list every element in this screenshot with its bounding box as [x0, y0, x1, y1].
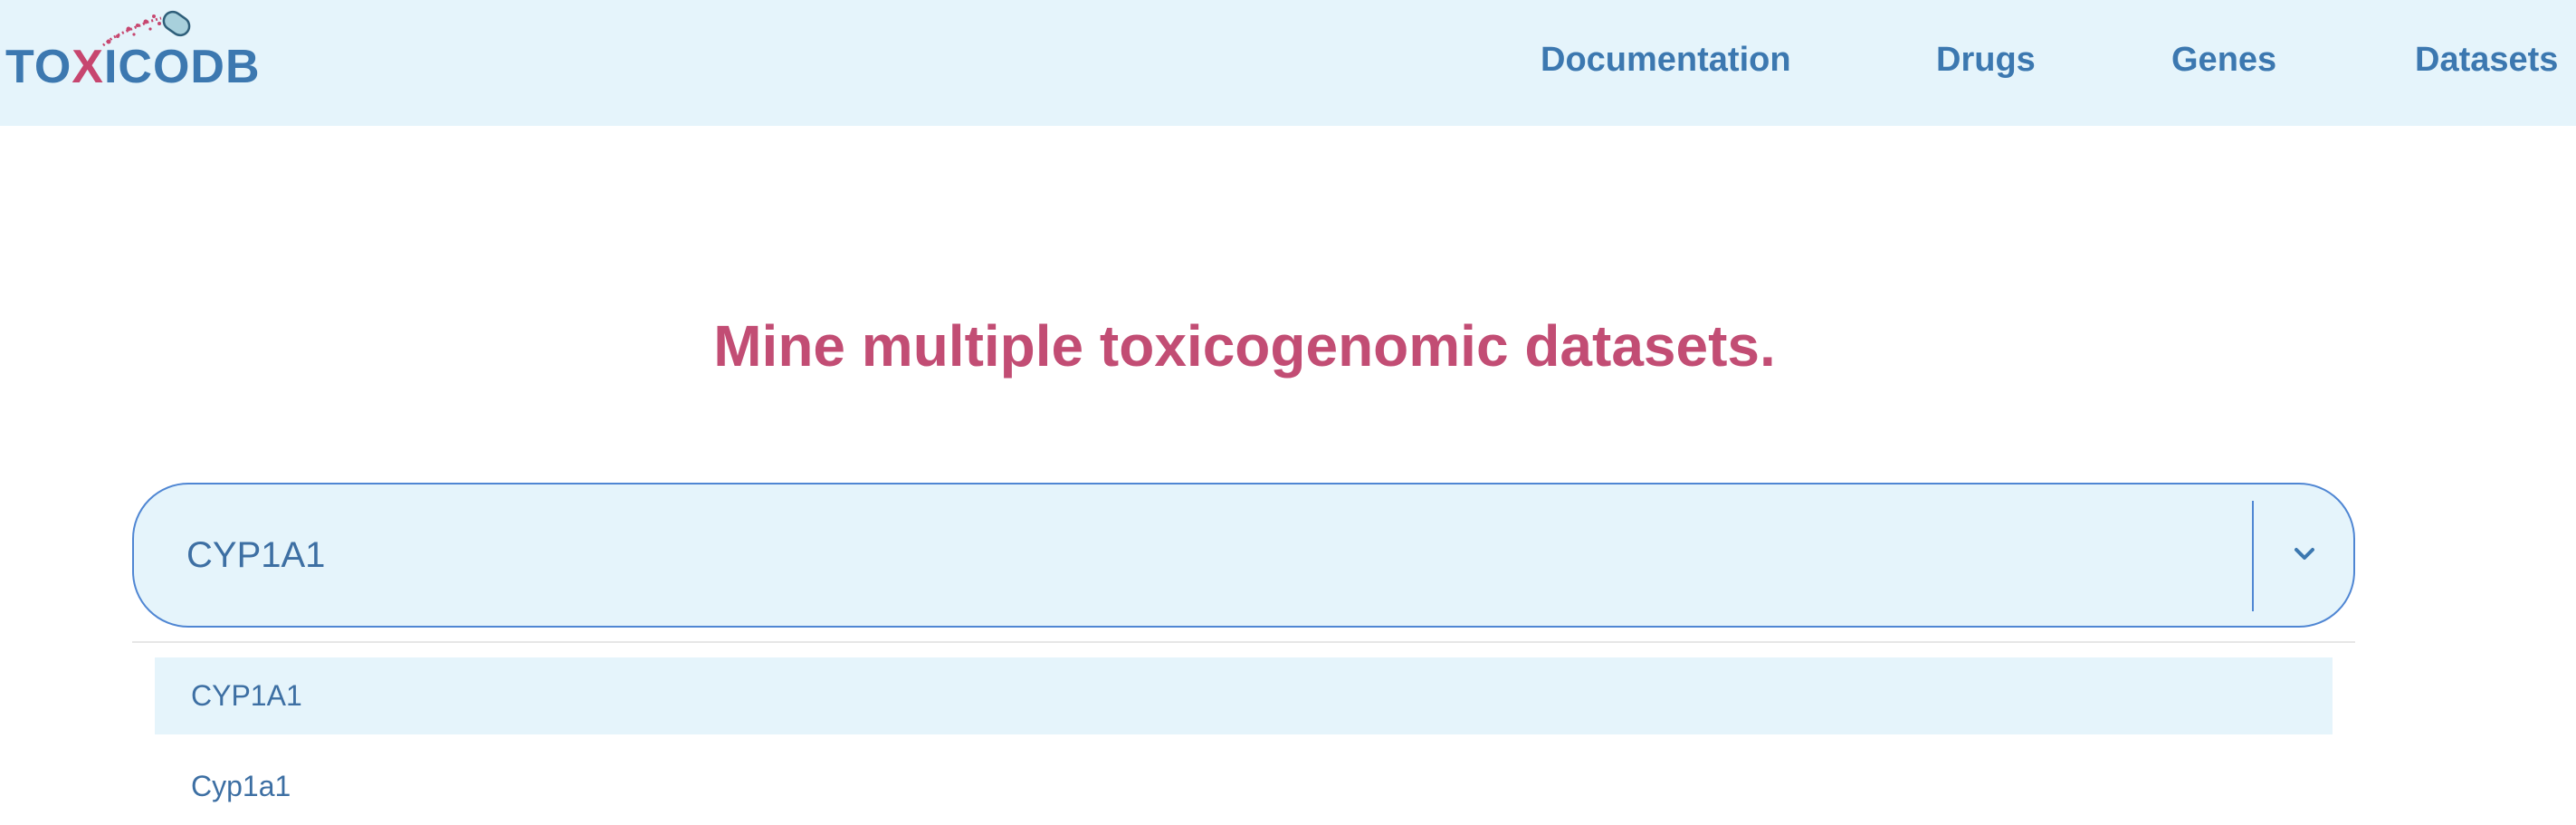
nav-link-drugs[interactable]: Drugs	[1936, 38, 2036, 82]
logo[interactable]: TOXICODB	[5, 10, 277, 112]
input-divider	[2252, 501, 2254, 611]
nav-link-datasets[interactable]: Datasets	[2415, 38, 2558, 82]
search-select[interactable]	[132, 483, 2355, 628]
nav-link-documentation[interactable]: Documentation	[1541, 38, 1791, 82]
nav-link-genes[interactable]: Genes	[2171, 38, 2276, 82]
dropdown-menu: CYP1A1 Cyp1a1	[155, 657, 2333, 825]
menu-separator	[132, 641, 2355, 643]
logo-text-part3: ICODB	[103, 41, 261, 93]
logo-wordmark: TOXICODB	[5, 43, 261, 91]
search-input[interactable]	[186, 521, 2178, 590]
chevron-down-icon	[2291, 545, 2318, 568]
dropdown-toggle-button[interactable]	[2259, 494, 2350, 619]
dropdown-option[interactable]: Cyp1a1	[155, 748, 2333, 825]
dropdown-option[interactable]: CYP1A1	[155, 657, 2333, 734]
hero-title: Mine multiple toxicogenomic datasets.	[713, 312, 1776, 379]
logo-text-part2: X	[72, 41, 104, 93]
navbar: TOXICODB Documentation Drugs Genes Datas…	[0, 0, 2576, 126]
logo-text-part1: TO	[5, 41, 72, 93]
